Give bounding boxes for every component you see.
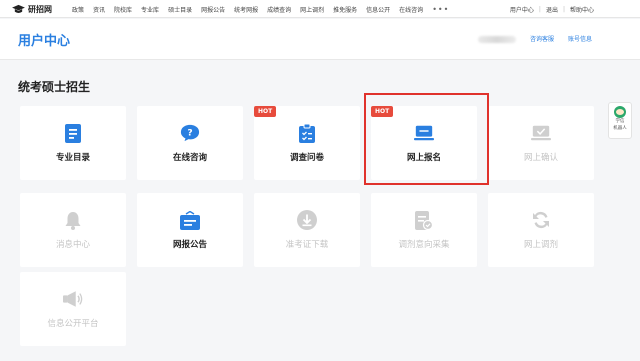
refresh-icon xyxy=(531,210,551,230)
consult-service-link[interactable]: 咨询客服 xyxy=(530,34,554,43)
card-label: 网上确认 xyxy=(523,153,558,163)
chat-question-icon: ? xyxy=(180,123,200,143)
nav-item-unified-registration[interactable]: 统考网报 xyxy=(234,5,258,14)
nav-item-info-disclosure[interactable]: 信息公开 xyxy=(366,5,390,14)
card-label: 调查问卷 xyxy=(289,153,324,163)
robot-avatar-icon xyxy=(614,106,626,118)
confirm-check-icon xyxy=(531,123,551,143)
card-survey[interactable]: HOT 调查问卷 xyxy=(254,106,360,180)
card-online-adjustment[interactable]: 网上调剂 xyxy=(488,193,594,267)
widget-label-line2: 机器人 xyxy=(613,126,627,131)
page-header: 用户中心 咨询客服 账号信息 xyxy=(0,19,640,60)
widget-label-line1: 学信 xyxy=(615,119,625,124)
top-nav-bar: 研招网 政策 资讯 院校库 专业库 硕士目录 网报公告 统考网报 成绩查询 网上… xyxy=(0,0,640,18)
card-admission-ticket-download[interactable]: 准考证下载 xyxy=(254,193,360,267)
help-center-link[interactable]: 帮助中心 xyxy=(570,5,594,14)
account-info-link[interactable]: 账号信息 xyxy=(568,34,592,43)
nav-item-policy[interactable]: 政策 xyxy=(72,5,84,14)
blurred-username xyxy=(478,36,516,43)
card-label: 调剂意向采集 xyxy=(398,240,450,250)
card-online-confirmation[interactable]: 网上确认 xyxy=(488,106,594,180)
logout-link[interactable]: 退出 xyxy=(546,5,558,14)
document-list-icon xyxy=(63,123,83,143)
separator: | xyxy=(562,5,565,13)
hot-badge: HOT xyxy=(254,106,277,117)
card-major-catalog[interactable]: 专业目录 xyxy=(20,106,126,180)
card-online-consult[interactable]: ? 在线咨询 xyxy=(137,106,243,180)
separator: | xyxy=(538,5,541,13)
card-label: 网上调剂 xyxy=(523,240,558,250)
graduation-cap-icon xyxy=(12,4,25,13)
top-links: 用户中心 | 退出 | 帮助中心 xyxy=(510,0,594,18)
logo-text: 研招网 xyxy=(28,3,52,14)
nav-item-majors[interactable]: 专业库 xyxy=(141,5,159,14)
nav-item-online-consult[interactable]: 在线咨询 xyxy=(399,5,423,14)
nav-item-online-adjustment[interactable]: 网上调剂 xyxy=(300,5,324,14)
survey-clipboard-icon xyxy=(297,123,317,143)
main-nav: 政策 资讯 院校库 专业库 硕士目录 网报公告 统考网报 成绩查询 网上调剂 推… xyxy=(72,0,449,18)
site-logo[interactable]: 研招网 xyxy=(12,2,52,16)
card-label: 专业目录 xyxy=(55,153,90,163)
bell-icon xyxy=(63,210,83,230)
megaphone-icon xyxy=(63,289,83,309)
card-label: 准考证下载 xyxy=(285,240,329,250)
user-center-link[interactable]: 用户中心 xyxy=(510,5,534,14)
card-label: 在线咨询 xyxy=(172,153,207,163)
card-registration-notice[interactable]: 网报公告 xyxy=(137,193,243,267)
card-adjustment-intent[interactable]: 调剂意向采集 xyxy=(371,193,477,267)
card-info-disclosure-platform[interactable]: 信息公开平台 xyxy=(20,272,126,346)
card-label: 信息公开平台 xyxy=(47,319,99,329)
notice-icon xyxy=(180,210,200,230)
nav-item-score-query[interactable]: 成绩查询 xyxy=(267,5,291,14)
page-title: 用户中心 xyxy=(18,34,71,49)
form-edit-icon xyxy=(414,210,434,230)
nav-item-master-catalog[interactable]: 硕士目录 xyxy=(168,5,192,14)
section-title: 统考硕士招生 xyxy=(18,80,91,94)
card-message-center[interactable]: 消息中心 xyxy=(20,193,126,267)
card-label: 网报公告 xyxy=(172,240,207,250)
annotation-highlight-box xyxy=(364,93,489,185)
download-icon xyxy=(297,210,317,230)
nav-item-news[interactable]: 资讯 xyxy=(93,5,105,14)
nav-item-recommendation[interactable]: 推免服务 xyxy=(333,5,357,14)
card-label: 消息中心 xyxy=(55,240,90,250)
nav-item-schools[interactable]: 院校库 xyxy=(114,5,132,14)
nav-item-registration-notice[interactable]: 网报公告 xyxy=(201,5,225,14)
chatbot-widget[interactable]: 学信 机器人 xyxy=(608,102,632,139)
nav-more-button[interactable]: ••• xyxy=(432,5,449,14)
svg-text:?: ? xyxy=(187,129,192,139)
